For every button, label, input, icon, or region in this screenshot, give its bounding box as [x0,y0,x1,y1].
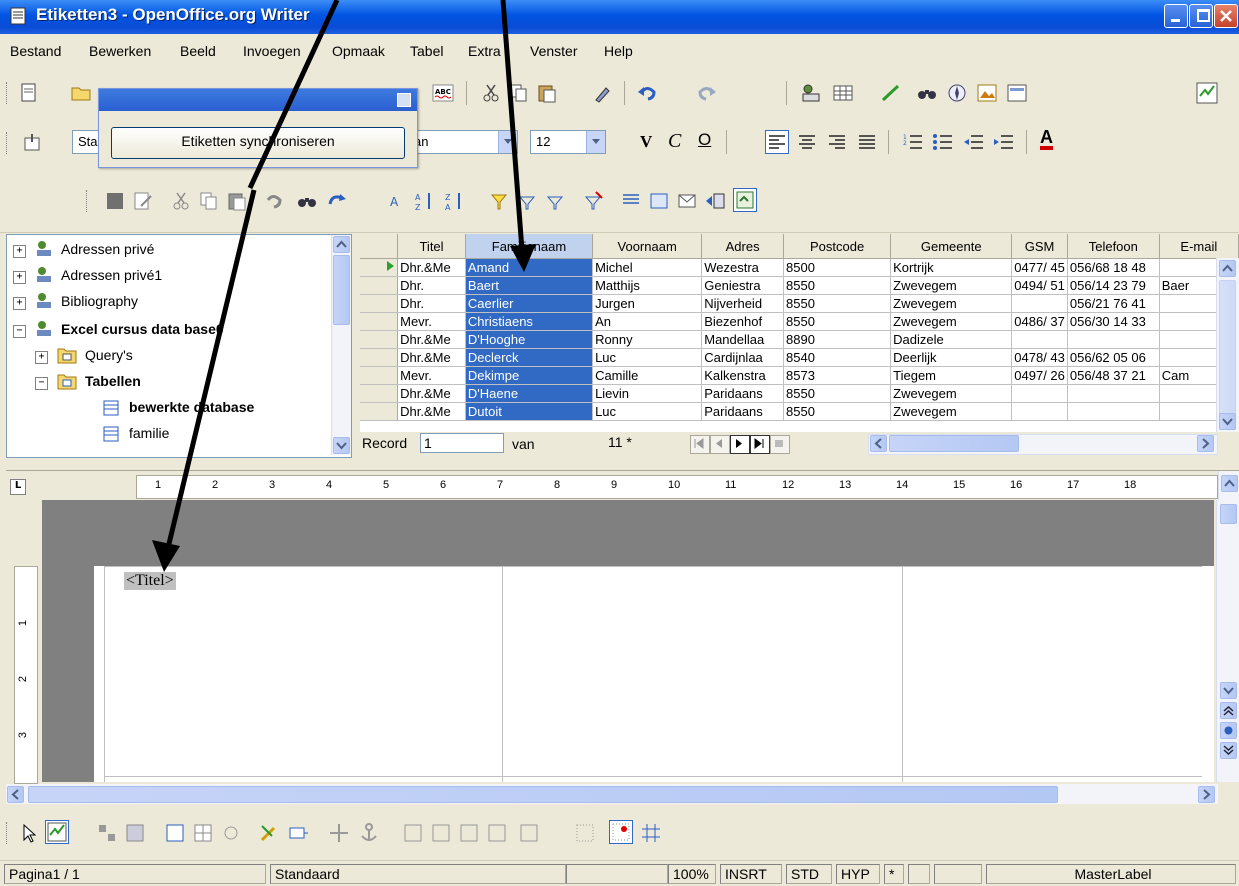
annotation-arrows [152,0,536,572]
